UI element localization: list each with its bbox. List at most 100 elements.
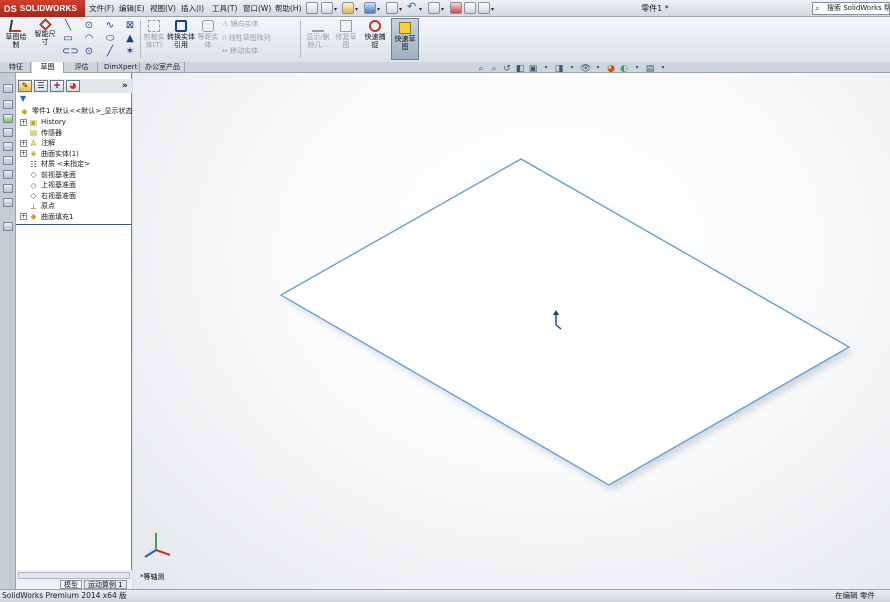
ellipse-icon[interactable]: ⬭ [104,33,116,45]
relations-icon [312,20,324,32]
rapid-sketch-button[interactable]: 快速草图 [392,22,418,51]
linear-pattern-icon: ⁞⁞ [222,34,229,42]
open-folder-icon[interactable] [342,2,354,14]
property-manager-tab-icon[interactable]: ☰ [34,80,48,92]
menu-view[interactable]: 视图(V) [147,2,179,15]
chevron-down-icon[interactable]: ▾ [399,6,402,13]
text-icon[interactable]: ✶ [124,46,136,58]
solidworks-logo[interactable]: DS SOLIDWORKS [0,0,85,17]
options-icon[interactable] [478,2,490,14]
slot-icon[interactable]: ⊂⊃ [62,46,79,58]
tab-dimxpert[interactable]: DimXpert [100,62,140,73]
smart-dimension-button[interactable]: 智能尺寸 [32,18,58,46]
feature-manager-tab-icon[interactable]: ✎ [18,80,32,92]
menu-window[interactable]: 窗口(W) [240,2,274,15]
offset-entities-button[interactable]: 等距实体 [197,20,219,49]
chevron-down-icon[interactable]: ▾ [355,6,358,13]
tab-features[interactable]: 特征 [2,62,31,73]
fill-surface-plane[interactable] [279,158,851,486]
tab-motion-study[interactable]: 运动算例 1 [84,580,127,589]
tree-item-history[interactable]: + ▣ History [20,117,66,128]
toolbar-icon[interactable] [3,128,13,137]
toolbar-icon[interactable] [3,100,13,109]
tree-root[interactable]: ◆ 零件1 (默认<<默认>_显示状态 [20,106,132,117]
tree-item-annotations[interactable]: + A 注解 [20,138,55,149]
chevron-down-icon[interactable]: ▾ [419,6,422,13]
file-properties-icon[interactable] [464,2,476,14]
expand-icon[interactable]: + [20,213,27,221]
move-icon: ↔ [222,47,231,55]
print-icon[interactable] [386,2,398,14]
repair-sketch-button[interactable]: 修复草图 [334,20,358,49]
circle-icon[interactable]: ⊙ [83,20,95,32]
toolbar-icon[interactable] [3,222,13,231]
expand-panel-icon[interactable]: » [122,81,128,91]
spline-icon[interactable]: ∿ [104,20,116,32]
sketch-fillet-icon[interactable]: ⊠ [124,20,136,32]
new-document-icon[interactable] [321,2,333,14]
filter-icon[interactable]: ▼ [20,95,29,103]
model-canvas[interactable] [133,73,890,589]
chevron-down-icon[interactable]: ▾ [441,6,444,13]
plane-icon: ◇ [30,180,37,190]
toolbar-icon[interactable] [3,184,13,193]
menu-insert[interactable]: 插入(I) [178,2,207,15]
expand-icon[interactable]: + [20,118,27,126]
rebuild-icon[interactable] [450,2,462,14]
centerline-icon[interactable]: ╱ [104,46,116,58]
rectangle-icon[interactable]: ▭ [62,33,74,45]
move-entities-button[interactable]: ↔ 移动实体 [222,47,258,55]
undo-icon[interactable]: ↶ [407,1,419,14]
toolbar-icon[interactable] [3,142,13,151]
tree-item-sensors[interactable]: ▤ 传感器 [20,128,62,139]
menu-edit[interactable]: 编辑(E) [116,2,148,15]
view-orientation-label: *等轴测 [140,573,165,581]
tree-item-top-plane[interactable]: ◇ 上视基准面 [20,180,76,191]
search-input[interactable]: ⌕搜索 SolidWorks 帮助 [812,2,890,15]
expand-icon[interactable]: + [20,150,27,158]
pin-icon[interactable] [306,2,318,14]
toolbar-icon[interactable] [3,114,13,123]
tree-item-right-plane[interactable]: ◇ 右视基准面 [20,191,76,202]
display-delete-relations-button[interactable]: 显示/删除几... [303,20,333,49]
menu-file[interactable]: 文件(F) [86,2,117,15]
select-arrow-icon[interactable] [428,2,440,14]
toolbar-icon[interactable] [3,198,13,207]
chevron-down-icon[interactable]: ▾ [377,6,380,13]
quick-snaps-button[interactable]: 快速捕捉 [362,20,388,49]
tree-item-origin[interactable]: ⊥ 原点 [20,201,55,212]
toolbar-icon[interactable] [3,170,13,179]
horizontal-scrollbar[interactable] [18,572,130,579]
sketch-button[interactable]: 草图绘制 [3,20,29,49]
tree-item-material[interactable]: ☷ 材质 <未指定> [20,159,90,170]
triad-axes [144,533,171,558]
chevron-down-icon[interactable]: ▾ [334,6,337,13]
tab-model[interactable]: 模型 [60,580,82,589]
mirror-entities-button[interactable]: ⚠ 镜向实体 [222,20,259,28]
arc-icon[interactable]: ◠ [83,33,95,45]
trim-entities-button[interactable]: 剪裁实体(T) [142,20,166,49]
convert-entities-button[interactable]: 转换实体引用 [167,20,195,49]
tab-sketch[interactable]: 草图 [32,62,64,73]
tab-office-products[interactable]: 办公室产品 [141,62,185,73]
menu-help[interactable]: 帮助(H) [272,2,305,15]
point-icon[interactable]: ⊙ [83,46,95,58]
toolbar-icon[interactable] [3,84,13,93]
linear-pattern-button[interactable]: ⁞⁞ 线性草图阵列 [222,34,271,42]
plane-icon: ◇ [30,170,37,180]
chevron-down-icon[interactable]: ▾ [491,6,494,13]
display-manager-tab-icon[interactable]: ◕ [66,80,80,92]
tree-item-front-plane[interactable]: ◇ 前视基准面 [20,170,76,181]
toolbar-icon[interactable] [3,156,13,165]
rollback-bar[interactable] [16,224,132,225]
configuration-manager-tab-icon[interactable]: ✚ [50,80,64,92]
tree-item-surface-bodies[interactable]: + ◈ 曲面实体(1) [20,149,79,160]
line-icon[interactable]: ╲ [62,20,74,32]
tree-item-fill-surface[interactable]: + ◆ 曲面填充1 [20,212,73,223]
material-icon: ☷ [29,159,38,169]
expand-icon[interactable]: + [20,139,27,147]
save-icon[interactable] [364,2,376,14]
menu-tools[interactable]: 工具(T) [209,2,240,15]
tab-evaluate[interactable]: 评估 [66,62,98,73]
polygon-icon[interactable]: ▲ [124,33,136,45]
